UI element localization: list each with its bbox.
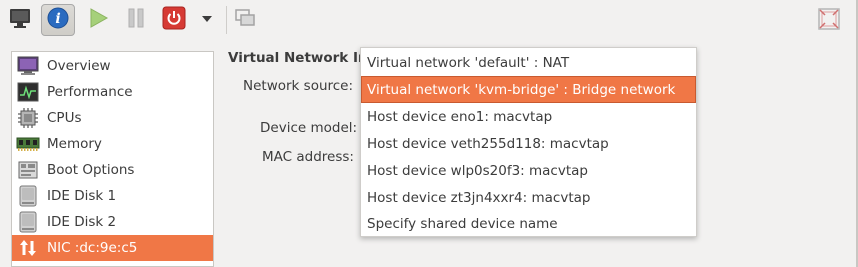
dropdown-option[interactable]: Host device zt3jn4xxr4: macvtap	[361, 184, 696, 211]
dropdown-option[interactable]: Host device wlp0s20f3: macvtap	[361, 157, 696, 184]
power-icon	[162, 6, 186, 34]
play-icon	[87, 7, 109, 33]
shutdown-button[interactable]	[157, 4, 191, 36]
sidebar-item-label: Memory	[47, 136, 102, 152]
fullscreen-button[interactable]	[814, 6, 844, 36]
sidebar-item-label: Performance	[47, 84, 133, 100]
sidebar-item-ide-disk-1[interactable]: IDE Disk 1	[12, 183, 213, 209]
sidebar-item-label: Overview	[47, 58, 111, 74]
details-button[interactable]: i	[41, 4, 75, 36]
dropdown-option[interactable]: Host device eno1: macvtap	[361, 103, 696, 130]
section-title: Virtual Network Interface	[228, 50, 362, 66]
info-icon: i	[46, 6, 70, 34]
dropdown-option[interactable]: Host device veth255d118: macvtap	[361, 130, 696, 157]
chevron-down-icon	[201, 12, 213, 28]
sidebar-item-boot-options[interactable]: Boot Options	[12, 157, 213, 183]
device-model-label: Device model:	[260, 120, 358, 136]
pause-icon	[125, 7, 147, 33]
toolbar: i	[0, 0, 858, 42]
fullscreen-icon	[817, 7, 841, 35]
mac-address-label: MAC address:	[262, 149, 354, 165]
overview-monitor-icon	[14, 53, 42, 79]
pause-button[interactable]	[119, 4, 153, 36]
sidebar-item-label: CPUs	[47, 110, 82, 126]
network-source-label: Network source:	[243, 78, 354, 94]
sidebar-item-cpus[interactable]: CPUs	[12, 105, 213, 131]
sidebar-item-ide-disk-2[interactable]: IDE Disk 2	[12, 209, 213, 235]
disk-icon	[14, 183, 42, 209]
network-arrows-icon	[14, 235, 42, 261]
network-source-dropdown[interactable]: Virtual network 'default' : NAT Virtual …	[360, 47, 697, 237]
hardware-list: Overview Performance CPUs Memory Boot Op…	[11, 51, 214, 267]
disk-icon	[14, 209, 42, 235]
sidebar-item-label: IDE Disk 2	[47, 214, 117, 230]
sidebar-item-performance[interactable]: Performance	[12, 79, 213, 105]
sidebar-item-label: NIC :dc:9e:c5	[47, 240, 138, 256]
sidebar-item-label: Boot Options	[47, 162, 135, 178]
dropdown-option[interactable]: Specify shared device name	[361, 210, 696, 237]
cpu-chip-icon	[14, 105, 42, 131]
boot-options-icon	[14, 157, 42, 183]
sidebar-item-nic[interactable]: NIC :dc:9e:c5	[12, 235, 213, 261]
dropdown-option[interactable]: Virtual network 'default' : NAT	[361, 49, 696, 76]
dropdown-option-label: Virtual network 'kvm-bridge' : Bridge ne…	[367, 81, 676, 98]
toolbar-separator	[226, 6, 227, 34]
dropdown-option-selected[interactable]: Virtual network 'kvm-bridge' : Bridge ne…	[361, 76, 696, 103]
memory-module-icon	[14, 131, 42, 157]
sidebar-item-memory[interactable]: Memory	[12, 131, 213, 157]
console-button[interactable]	[3, 4, 37, 36]
monitor-icon	[8, 7, 32, 33]
performance-graph-icon	[14, 79, 42, 105]
snapshots-icon	[234, 8, 256, 32]
sidebar-item-label: IDE Disk 1	[47, 188, 117, 204]
svg-text:i: i	[55, 11, 60, 27]
run-button[interactable]	[81, 4, 115, 36]
sidebar-item-overview[interactable]: Overview	[12, 53, 213, 79]
snapshots-button[interactable]	[228, 4, 262, 36]
shutdown-menu-button[interactable]	[192, 4, 222, 36]
